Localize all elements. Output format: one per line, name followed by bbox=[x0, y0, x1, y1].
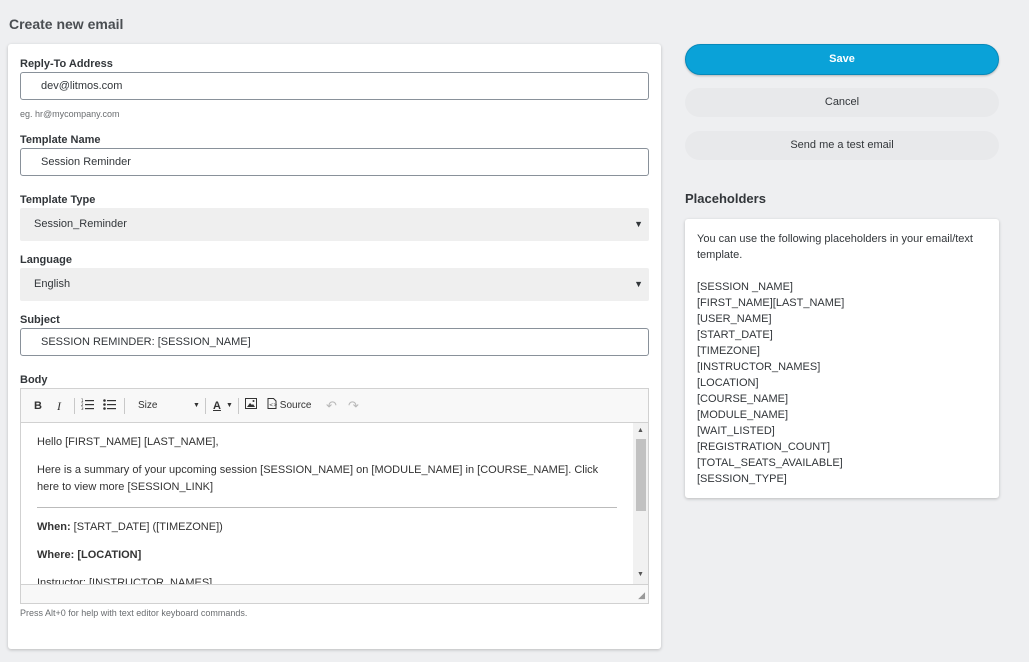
placeholder-item: [REGISTRATION_COUNT] bbox=[697, 441, 831, 453]
placeholder-item: [SESSION _NAME] bbox=[697, 281, 793, 293]
placeholder-item: [TIMEZONE] bbox=[697, 345, 760, 357]
placeholder-item: [WAIT_LISTED] bbox=[697, 425, 775, 437]
toolbar-separator bbox=[238, 398, 239, 414]
save-button[interactable]: Save bbox=[685, 44, 999, 75]
cancel-button[interactable]: Cancel bbox=[685, 88, 999, 117]
template-name-label: Template Name bbox=[20, 134, 101, 146]
editor-statusbar: ◢ bbox=[21, 584, 648, 603]
placeholders-card: You can use the following placeholders i… bbox=[685, 219, 999, 498]
scroll-down-icon[interactable]: ▼ bbox=[633, 569, 648, 581]
source-button[interactable]: <> Source bbox=[267, 398, 311, 414]
undo-icon[interactable]: ↶ bbox=[326, 398, 337, 414]
chevron-down-icon: ▼ bbox=[226, 402, 233, 409]
email-form-card: Reply-To Address dev@litmos.com eg. hr@m… bbox=[8, 44, 661, 649]
placeholder-item: [LOCATION] bbox=[697, 377, 759, 389]
body-where: Where: [LOCATION] bbox=[37, 547, 617, 564]
body-label: Body bbox=[20, 374, 48, 386]
language-select[interactable]: English ▼ bbox=[20, 268, 649, 301]
resize-handle-icon[interactable]: ◢ bbox=[638, 590, 645, 601]
reply-to-label: Reply-To Address bbox=[20, 58, 113, 70]
placeholder-item: [COURSE_NAME] bbox=[697, 393, 789, 405]
editor-toolbar: B I 123 Size ▼ A ▼ <> Source ↶ ↷ bbox=[21, 389, 648, 423]
svg-text:<>: <> bbox=[269, 403, 277, 409]
editor-help-text: Press Alt+0 for help with text editor ke… bbox=[20, 608, 248, 618]
toolbar-separator bbox=[205, 398, 206, 414]
editor-scrollbar[interactable]: ▲ ▼ bbox=[633, 423, 648, 584]
subject-input[interactable]: SESSION REMINDER: [SESSION_NAME] bbox=[20, 328, 649, 356]
send-test-email-button[interactable]: Send me a test email bbox=[685, 131, 999, 160]
toolbar-separator bbox=[74, 398, 75, 414]
where-value: [LOCATION] bbox=[74, 549, 142, 561]
reply-to-hint: eg. hr@mycompany.com bbox=[20, 109, 120, 119]
redo-icon[interactable]: ↷ bbox=[348, 398, 359, 414]
svg-text:3: 3 bbox=[81, 406, 84, 410]
template-type-value: Session_Reminder bbox=[34, 218, 127, 230]
body-summary: Here is a summary of your upcoming sessi… bbox=[37, 464, 599, 493]
image-icon[interactable] bbox=[245, 398, 257, 414]
where-label: Where: bbox=[37, 549, 75, 561]
placeholder-item: [SESSION_TYPE] bbox=[697, 473, 787, 485]
editor-content[interactable]: Hello [FIRST_NAME] [LAST_NAME], Here is … bbox=[21, 423, 633, 584]
placeholder-item: [FIRST_NAME][LAST_NAME] bbox=[697, 297, 845, 309]
placeholder-item: [TOTAL_SEATS_AVAILABLE] bbox=[697, 457, 843, 469]
body-divider bbox=[37, 507, 617, 508]
template-type-select[interactable]: Session_Reminder ▼ bbox=[20, 208, 649, 241]
placeholders-intro: You can use the following placeholders i… bbox=[697, 233, 973, 261]
source-label: Source bbox=[279, 400, 312, 411]
body-when: When: [START_DATE] ([TIMEZONE]) bbox=[37, 519, 617, 536]
italic-button[interactable]: I bbox=[57, 398, 61, 414]
subject-label: Subject bbox=[20, 314, 60, 326]
scroll-up-icon[interactable]: ▲ bbox=[633, 425, 648, 437]
chevron-down-icon: ▼ bbox=[193, 402, 200, 409]
scroll-thumb[interactable] bbox=[636, 439, 646, 511]
body-partial-line: Instructor: [INSTRUCTOR_NAMES] bbox=[37, 577, 213, 584]
page-title: Create new email bbox=[9, 16, 124, 32]
body-editor: B I 123 Size ▼ A ▼ <> Source ↶ ↷ Hello [… bbox=[20, 388, 649, 604]
language-value: English bbox=[34, 278, 71, 290]
placeholder-item: [USER_NAME] bbox=[697, 313, 772, 325]
placeholder-item: [MODULE_NAME] bbox=[697, 409, 789, 421]
chevron-down-icon: ▼ bbox=[634, 279, 643, 289]
placeholder-item: [INSTRUCTOR_NAMES] bbox=[697, 361, 821, 373]
placeholders-title: Placeholders bbox=[685, 191, 766, 206]
toolbar-separator bbox=[124, 398, 125, 414]
placeholders-list: [SESSION _NAME] [FIRST_NAME][LAST_NAME] … bbox=[697, 279, 987, 487]
language-label: Language bbox=[20, 254, 72, 266]
bulleted-list-icon[interactable] bbox=[103, 398, 116, 414]
when-label: When: bbox=[37, 521, 71, 533]
chevron-down-icon: ▼ bbox=[634, 219, 643, 229]
body-greeting: Hello [FIRST_NAME] [LAST_NAME], bbox=[37, 436, 219, 448]
template-type-label: Template Type bbox=[20, 194, 96, 206]
when-value: [START_DATE] ([TIMEZONE]) bbox=[70, 521, 223, 533]
size-dropdown-label: Size bbox=[138, 400, 158, 411]
size-dropdown[interactable]: Size bbox=[138, 398, 157, 414]
placeholder-item: [START_DATE] bbox=[697, 329, 773, 341]
template-name-input[interactable]: Session Reminder bbox=[20, 148, 649, 176]
numbered-list-icon[interactable]: 123 bbox=[81, 398, 94, 414]
reply-to-input[interactable]: dev@litmos.com bbox=[20, 72, 649, 100]
text-color-button[interactable]: A bbox=[213, 398, 221, 414]
bold-button[interactable]: B bbox=[34, 398, 42, 414]
